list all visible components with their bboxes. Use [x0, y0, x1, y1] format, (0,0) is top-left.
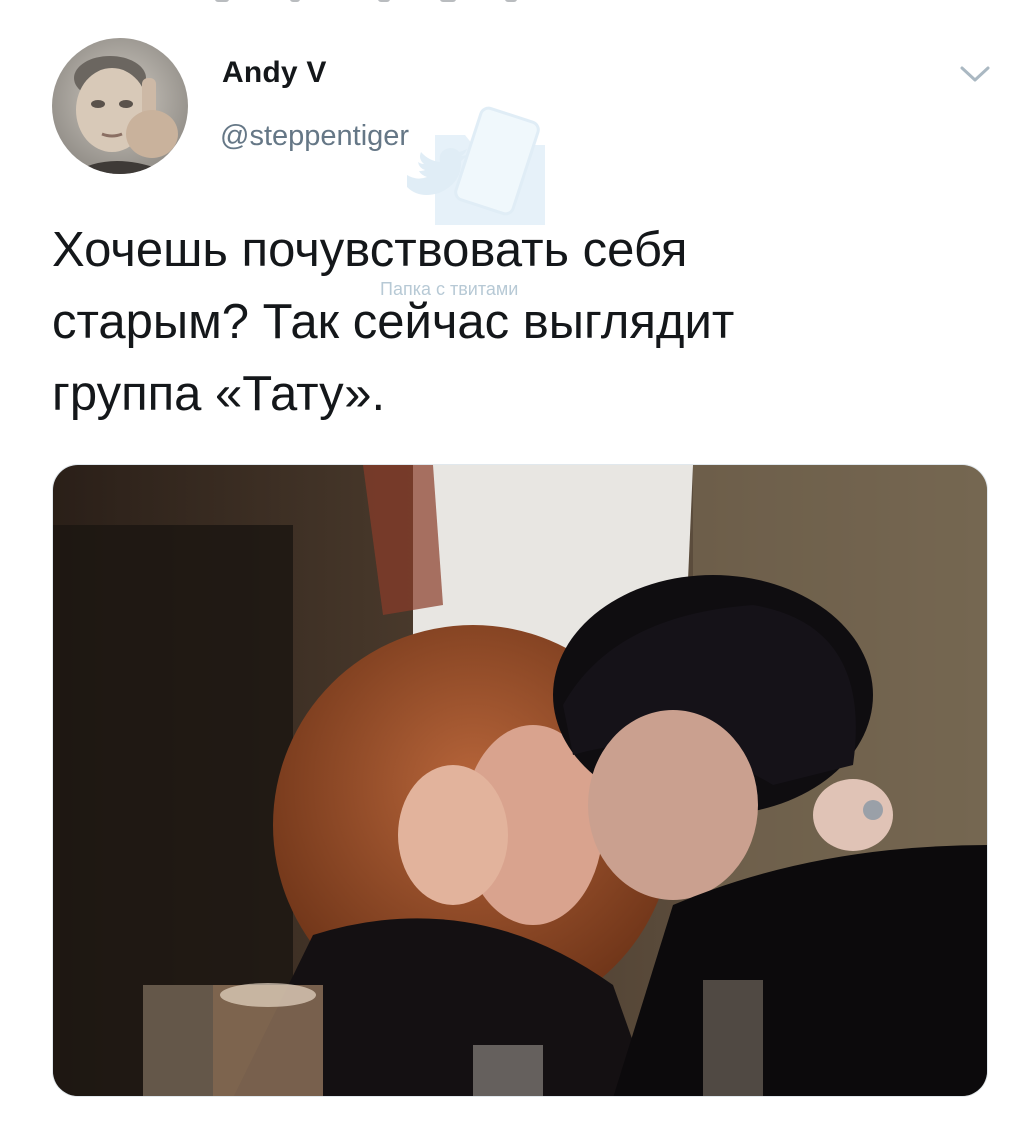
- chevron-down-icon[interactable]: [958, 62, 992, 86]
- tweet-text-line: группа «Тату».: [52, 367, 386, 421]
- author-display-name[interactable]: Andy V: [222, 56, 327, 90]
- tweet-text: Хочешь почувствовать себя старым? Так се…: [52, 214, 982, 430]
- previous-content-cutoff: [0, 0, 1031, 8]
- avatar-photo-icon: [52, 38, 188, 174]
- tweet-media-photo[interactable]: [52, 464, 988, 1097]
- author-avatar[interactable]: [52, 38, 188, 174]
- author-handle[interactable]: @steppentiger: [220, 120, 409, 153]
- tweet-text-line: Хочешь почувствовать себя: [52, 223, 688, 277]
- photo-image: [53, 465, 987, 1096]
- tweet-text-line: старым? Так сейчас выглядит: [52, 295, 735, 349]
